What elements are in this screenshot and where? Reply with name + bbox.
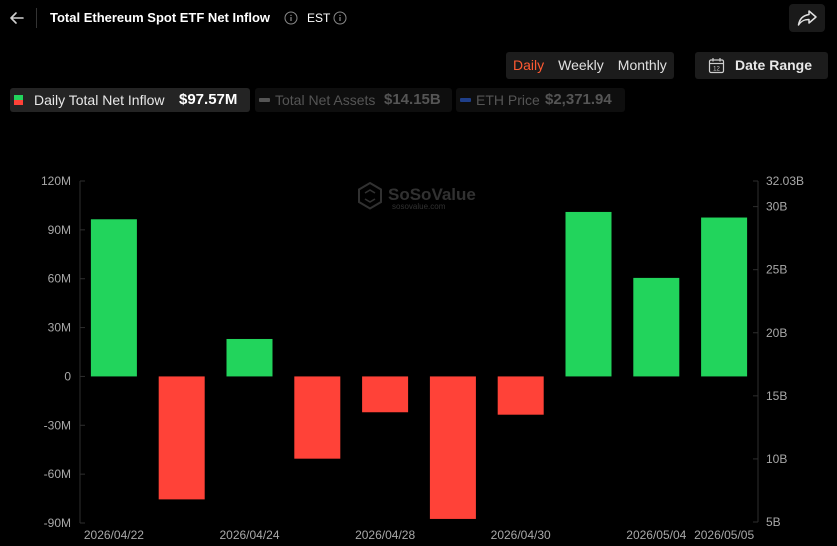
y-right-tick-label: 25B <box>766 263 787 277</box>
back-arrow-icon[interactable] <box>6 7 28 29</box>
period-weekly-button[interactable]: Weekly <box>551 52 611 79</box>
calendar-icon: 12 <box>708 58 725 74</box>
inflow-bar-positive[interactable] <box>633 277 680 377</box>
inflow-bar-positive[interactable] <box>701 217 748 377</box>
period-selector: Daily Weekly Monthly <box>506 52 674 79</box>
y-left-tick-label: 60M <box>48 272 71 286</box>
x-tick-label: 2026/05/05 <box>694 528 754 542</box>
legend-name: Daily Total Net Inflow <box>34 92 165 108</box>
inflow-bar-negative[interactable] <box>497 376 544 415</box>
legend-name: Total Net Assets <box>275 92 376 108</box>
top-bar: Total Ethereum Spot ETF Net Inflow EST <box>0 0 837 36</box>
svg-text:12: 12 <box>713 67 720 73</box>
header-divider <box>36 8 37 28</box>
date-range-button[interactable]: 12 Date Range <box>695 52 828 79</box>
legend-name: ETH Price <box>476 92 540 108</box>
y-left-tick-label: -90M <box>44 516 71 530</box>
y-right-tick-label: 30B <box>766 200 787 214</box>
y-right-tick-label: 5B <box>766 515 781 529</box>
net-assets-legend-swatch <box>259 98 270 102</box>
legend-value: $14.15B <box>384 91 441 108</box>
period-monthly-button[interactable]: Monthly <box>611 52 674 79</box>
eth-price-legend-swatch <box>460 98 471 102</box>
net-inflow-chart: SoSoValue sosovalue.com 120M 90M 60M 30M 0 -3… <box>41 174 804 542</box>
info-icon[interactable] <box>284 11 298 25</box>
sosovalue-watermark: SoSoValue sosovalue.com <box>358 181 476 211</box>
y-left-tick-label: 0 <box>64 369 71 383</box>
y-left-tick-label: -30M <box>44 418 71 432</box>
x-tick-label: 2026/04/28 <box>355 528 415 542</box>
x-tick-label: 2026/04/30 <box>491 528 551 542</box>
y-right-tick-label: 10B <box>766 452 787 466</box>
y-left-tick-label: -60M <box>44 467 71 481</box>
watermark-sub: sosovalue.com <box>392 202 446 211</box>
inflow-bar-positive[interactable] <box>565 211 612 377</box>
inflow-bar-negative[interactable] <box>429 376 476 519</box>
x-tick-label: 2026/04/24 <box>219 528 279 542</box>
inflow-bar-positive[interactable] <box>226 338 273 377</box>
inflow-bar-negative[interactable] <box>158 376 205 500</box>
timezone-label: EST <box>307 11 331 25</box>
y-left-tick-label: 120M <box>41 174 71 188</box>
y-left-tick-label: 90M <box>48 223 71 237</box>
legend-value: $97.57M <box>179 91 238 108</box>
inflow-legend-swatch <box>14 95 23 105</box>
y-left-tick-label: 30M <box>48 321 71 335</box>
inflow-bar-negative[interactable] <box>362 376 409 413</box>
share-button[interactable] <box>789 4 825 32</box>
y-right-tick-label: 32.03B <box>766 174 804 188</box>
period-daily-button[interactable]: Daily <box>506 52 551 79</box>
inflow-bar-negative[interactable] <box>294 376 341 459</box>
sosovalue-logo-icon <box>358 181 382 210</box>
y-right-tick-label: 15B <box>766 389 787 403</box>
x-tick-label: 2026/04/22 <box>84 528 144 542</box>
legend-daily-net-inflow[interactable]: Daily Total Net Inflow $97.57M <box>10 88 250 112</box>
inflow-bar-positive[interactable] <box>90 219 137 377</box>
legend-value: $2,371.94 <box>545 91 612 108</box>
legend-eth-price[interactable]: ETH Price $2,371.94 <box>456 88 625 112</box>
x-tick-label: 2026/05/04 <box>626 528 686 542</box>
date-range-label: Date Range <box>735 57 813 73</box>
legend-total-net-assets[interactable]: Total Net Assets $14.15B <box>255 88 452 112</box>
page-title: Total Ethereum Spot ETF Net Inflow <box>50 10 271 25</box>
y-right-tick-label: 20B <box>766 326 787 340</box>
timezone-info-icon[interactable] <box>333 11 347 25</box>
share-icon <box>797 10 817 26</box>
